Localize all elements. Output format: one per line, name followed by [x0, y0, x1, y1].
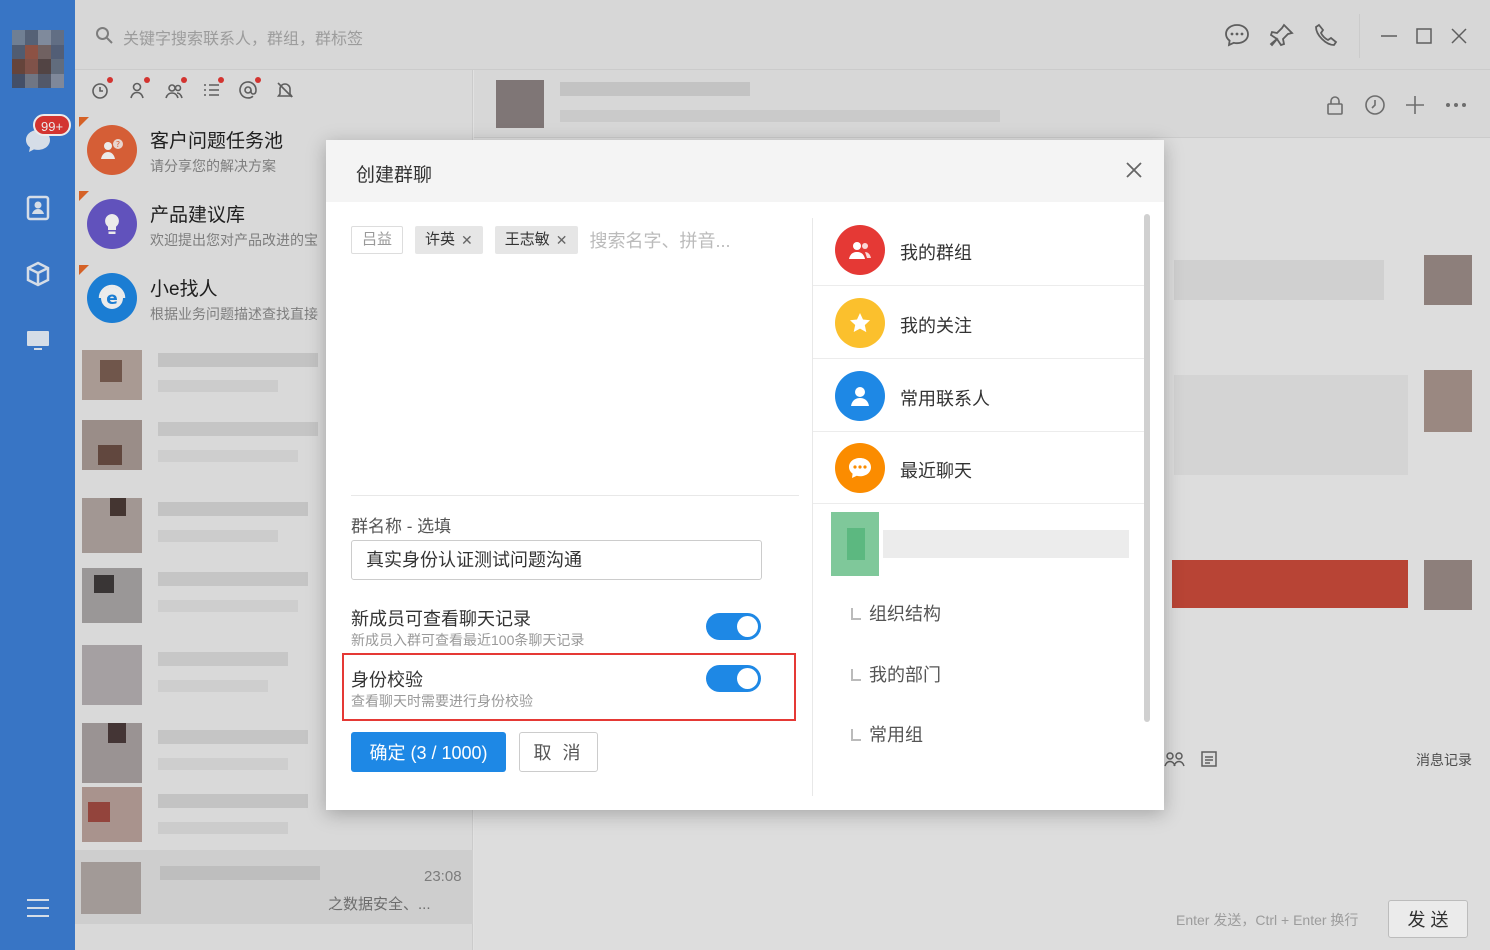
category-label: 我的关注	[900, 316, 972, 336]
chat-bubble-icon	[835, 443, 885, 493]
cancel-button[interactable]: 取 消	[519, 732, 598, 772]
group-name-input[interactable]: 真实身份认证测试问题沟通	[351, 540, 762, 580]
contact-icon	[835, 371, 885, 421]
close-icon[interactable]	[1122, 158, 1146, 182]
identity-verify-desc: 查看聊天时需要进行身份校验	[351, 693, 533, 709]
member-name: 王志敏	[504, 231, 550, 248]
remove-member-icon[interactable]: ✕	[461, 226, 473, 254]
identity-verify-label: 身份校验	[351, 670, 423, 690]
identity-verify-toggle[interactable]	[706, 665, 761, 692]
blurred-organization[interactable]	[831, 512, 1131, 576]
member-chip-creator: 吕益	[351, 226, 404, 254]
create-group-dialog: 创建群聊 吕益 许英 ✕ 王志敏 ✕ 搜索名字、拼音... 群名称 - 选填 真实身…	[326, 140, 1164, 810]
tree-branch-icon	[851, 608, 861, 620]
org-node-label: 我的部门	[869, 665, 941, 685]
category-my-follows[interactable]: 我的关注	[813, 287, 1144, 359]
member-search-input[interactable]: 搜索名字、拼音...	[590, 227, 731, 253]
tree-branch-icon	[851, 669, 861, 681]
member-name: 许英	[425, 231, 456, 248]
dialog-header: 创建群聊	[326, 140, 1164, 202]
toggle-knob	[737, 668, 758, 689]
org-node-frequent-groups[interactable]: 常用组	[851, 721, 923, 747]
category-my-groups[interactable]: 我的群组	[813, 214, 1144, 286]
member-chip: 许英 ✕	[415, 226, 483, 254]
section-divider	[351, 495, 799, 496]
history-setting-label: 新成员可查看聊天记录	[351, 609, 531, 629]
history-setting-desc: 新成员入群可查看最近100条聊天记录	[351, 632, 585, 648]
star-icon	[835, 298, 885, 348]
category-label: 最近聊天	[900, 461, 972, 481]
org-node-label: 常用组	[869, 725, 923, 745]
history-toggle[interactable]	[706, 613, 761, 640]
member-name: 吕益	[362, 231, 393, 248]
selected-members: 吕益 许英 ✕ 王志敏 ✕ 搜索名字、拼音...	[351, 226, 731, 254]
member-chip: 王志敏 ✕	[494, 226, 578, 254]
category-label: 我的群组	[900, 243, 972, 263]
confirm-button[interactable]: 确定 (3 / 1000)	[351, 732, 506, 772]
org-node-my-department[interactable]: 我的部门	[851, 661, 941, 687]
category-frequent-contacts[interactable]: 常用联系人	[813, 360, 1144, 432]
org-node-structure[interactable]: 组织结构	[851, 600, 941, 626]
tree-branch-icon	[851, 729, 861, 741]
toggle-knob	[737, 616, 758, 637]
remove-member-icon[interactable]: ✕	[556, 226, 568, 254]
category-label: 常用联系人	[900, 389, 990, 409]
dialog-title: 创建群聊	[356, 165, 433, 186]
category-scrollbar[interactable]	[1144, 214, 1150, 722]
group-icon	[835, 225, 885, 275]
group-name-label: 群名称 - 选填	[351, 517, 452, 536]
category-recent-chats[interactable]: 最近聊天	[813, 432, 1144, 504]
org-node-label: 组织结构	[869, 604, 941, 624]
